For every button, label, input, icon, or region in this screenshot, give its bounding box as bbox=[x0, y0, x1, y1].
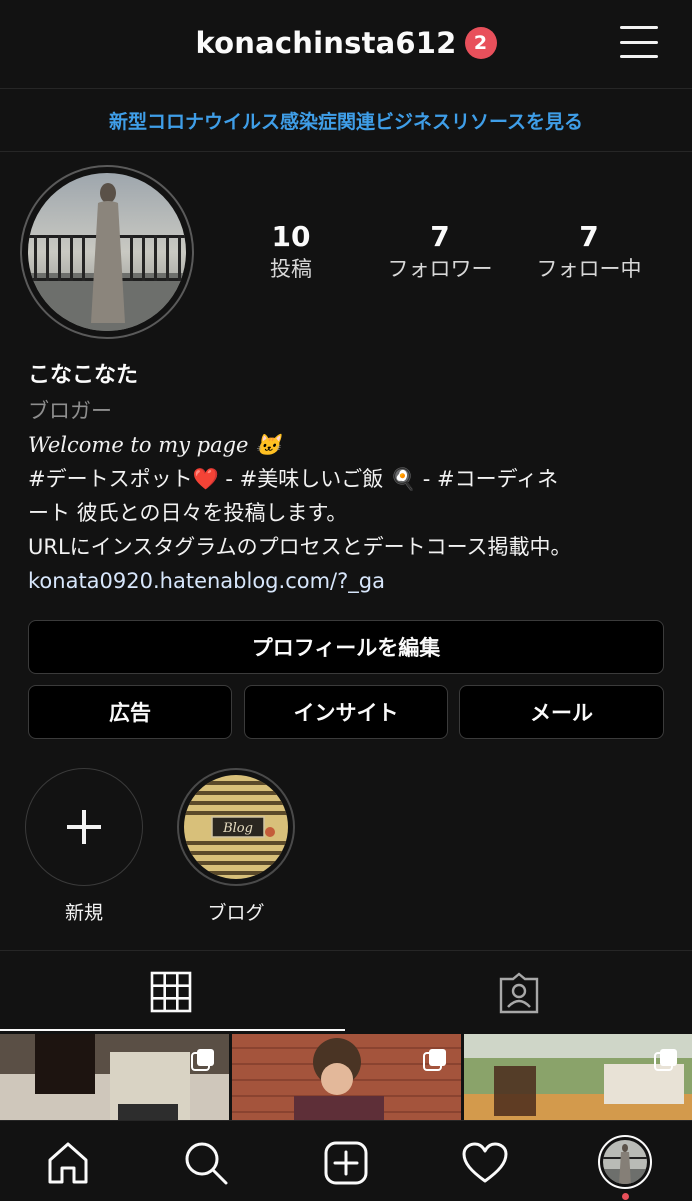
posts-count-label: 投稿 bbox=[270, 257, 312, 281]
profile-category: ブロガー bbox=[28, 399, 112, 423]
account-switcher[interactable]: konachinsta612 2 bbox=[0, 26, 692, 60]
bio-line-1: #デートスポット❤️ - #美味しいご飯 🍳 - #コーディネ bbox=[28, 467, 559, 491]
bottom-navigation bbox=[0, 1120, 692, 1201]
multi-photo-icon bbox=[191, 1049, 214, 1071]
blog-cover-text: Blog bbox=[222, 821, 253, 836]
highlight-new[interactable]: 新規 bbox=[24, 768, 144, 925]
followers-count-label: フォロワー bbox=[387, 257, 493, 281]
email-button[interactable]: メール bbox=[459, 685, 664, 739]
profile-avatar-icon[interactable] bbox=[598, 1135, 652, 1200]
hamburger-menu-icon[interactable] bbox=[620, 26, 658, 58]
profile-photo bbox=[28, 173, 186, 331]
grid-icon[interactable] bbox=[150, 971, 192, 1013]
post-thumbnail[interactable] bbox=[0, 1034, 229, 1120]
profile-tabs bbox=[0, 950, 692, 1033]
followers-count-value: 7 bbox=[430, 220, 450, 253]
bio-line-2: ート 彼氏との日々を投稿します。 bbox=[28, 501, 348, 525]
blog-highlight-cover: Blog bbox=[184, 775, 288, 879]
profile-bio: こなこなた ブロガー Welcome to my page 🐱 #デートスポット… bbox=[28, 360, 668, 598]
bio-website-link[interactable]: konata0920.hatenablog.com/?_ga bbox=[28, 564, 668, 598]
top-header: konachinsta612 2 bbox=[0, 0, 692, 89]
notification-badge: 2 bbox=[464, 27, 497, 59]
multi-photo-icon bbox=[423, 1049, 446, 1071]
notification-dot bbox=[622, 1193, 629, 1200]
username-title[interactable]: konachinsta612 bbox=[195, 26, 456, 60]
highlight-blog-label: ブログ bbox=[207, 902, 265, 924]
edit-profile-button[interactable]: プロフィールを編集 bbox=[28, 620, 664, 674]
posts-grid bbox=[0, 1034, 692, 1120]
home-icon[interactable] bbox=[44, 1139, 92, 1187]
insights-button[interactable]: インサイト bbox=[244, 685, 448, 739]
ads-button[interactable]: 広告 bbox=[28, 685, 232, 739]
new-post-icon[interactable] bbox=[322, 1139, 370, 1187]
active-tab-indicator bbox=[0, 1029, 345, 1031]
followers-count[interactable]: 7 フォロワー bbox=[370, 220, 510, 284]
search-icon[interactable] bbox=[182, 1139, 230, 1187]
following-count-label: フォロー中 bbox=[536, 257, 642, 281]
bio-welcome: Welcome to my page 🐱 bbox=[28, 433, 282, 457]
highlight-blog[interactable]: Blog ブログ bbox=[176, 768, 296, 925]
blog-highlight-circle[interactable]: Blog bbox=[177, 768, 295, 886]
display-name: こなこなた bbox=[28, 363, 139, 388]
posts-count[interactable]: 10 投稿 bbox=[221, 220, 361, 284]
post-thumbnail[interactable] bbox=[464, 1034, 692, 1120]
bio-line-3: URLにインスタグラムのプロセスとデートコース掲載中。 bbox=[28, 535, 572, 559]
posts-count-value: 10 bbox=[271, 220, 311, 253]
following-count-value: 7 bbox=[579, 220, 599, 253]
post-thumbnail[interactable] bbox=[232, 1034, 461, 1120]
new-highlight-circle[interactable] bbox=[25, 768, 143, 886]
following-count[interactable]: 7 フォロー中 bbox=[519, 220, 659, 284]
multi-photo-icon bbox=[654, 1049, 677, 1071]
heart-icon[interactable] bbox=[461, 1139, 509, 1187]
covid-resources-link[interactable]: 新型コロナウイルス感染症関連ビジネスリソースを見る bbox=[109, 107, 583, 134]
profile-avatar[interactable] bbox=[20, 165, 194, 339]
covid-resources-banner[interactable]: 新型コロナウイルス感染症関連ビジネスリソースを見る bbox=[0, 89, 692, 152]
tagged-icon[interactable] bbox=[497, 971, 541, 1015]
highlight-new-label: 新規 bbox=[64, 902, 103, 924]
plus-icon bbox=[67, 810, 101, 844]
